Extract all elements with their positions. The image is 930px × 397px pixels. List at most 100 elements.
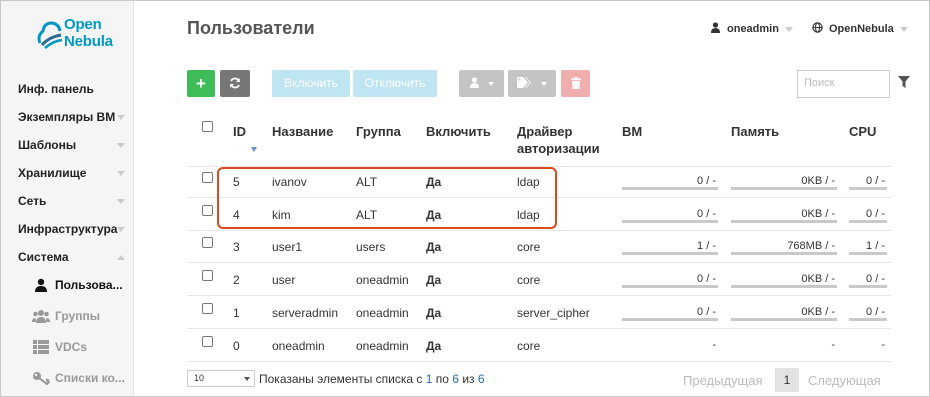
row-checkbox[interactable]: [202, 336, 213, 347]
sidebar-item-storage[interactable]: Хранилище: [1, 162, 134, 190]
labels-button[interactable]: [508, 70, 556, 97]
opennebula-logo[interactable]: Open Nebula: [37, 15, 129, 55]
change-owner-button[interactable]: [459, 70, 504, 97]
user-icon: [35, 278, 47, 292]
chevron-down-icon: [244, 377, 250, 381]
column-header-enabled[interactable]: Включить: [426, 123, 491, 140]
add-user-button[interactable]: +: [187, 70, 215, 97]
refresh-button[interactable]: [220, 70, 250, 97]
chevron-down-icon: [117, 115, 125, 120]
vm-quota-bar: [622, 318, 718, 321]
filter-icon[interactable]: [898, 76, 910, 88]
table-info-from: 1: [425, 372, 433, 386]
cell-name[interactable]: serveradmin: [272, 306, 338, 320]
pagination-current-page[interactable]: 1: [775, 368, 799, 392]
page-length-value: 10: [194, 373, 205, 383]
sidebar-item-infrastructure[interactable]: Инфраструктура: [1, 218, 134, 246]
column-header-cpu[interactable]: CPU: [849, 123, 876, 140]
cell-auth-driver: core: [517, 240, 541, 254]
row-divider: [187, 230, 891, 231]
cell-enabled: Да: [426, 273, 442, 287]
table-info-mid2: из: [462, 372, 475, 386]
user-icon: [469, 77, 479, 88]
vm-quota-bar: [622, 187, 718, 190]
cell-auth-driver: core: [517, 339, 541, 353]
column-header-name[interactable]: Название: [272, 123, 333, 140]
delete-button[interactable]: [561, 70, 590, 97]
cell-id: 1: [233, 306, 240, 320]
sidebar-item-label: Шаблоны: [18, 138, 77, 152]
pagination-next[interactable]: Следующая: [808, 373, 881, 388]
cell-enabled: Да: [426, 339, 442, 353]
cell-name[interactable]: user1: [272, 240, 302, 254]
cell-cpu-quota: 0 / -: [866, 306, 885, 318]
select-all-checkbox[interactable]: [202, 121, 213, 132]
row-checkbox[interactable]: [202, 205, 213, 216]
cell-memory-quota: 0KB / -: [801, 306, 835, 318]
sidebar-subitem-users[interactable]: Пользова...: [1, 274, 134, 305]
row-checkbox[interactable]: [202, 172, 213, 183]
cell-group: users: [356, 240, 386, 254]
chevron-down-icon: [540, 81, 547, 86]
column-header-auth-driver[interactable]: Драйвер авторизации: [517, 123, 600, 157]
chevron-down-icon: [117, 227, 125, 232]
page-title: Пользователи: [187, 18, 315, 38]
row-divider: [187, 361, 891, 362]
sidebar-item-dashboard[interactable]: Инф. панель: [1, 78, 134, 106]
column-header-label: ID: [233, 124, 246, 139]
sidebar-item-templates[interactable]: Шаблоны: [1, 134, 134, 162]
table-info-to: 6: [452, 372, 459, 386]
cpu-quota-bar: [849, 318, 887, 321]
disable-button[interactable]: Отключить: [353, 70, 437, 97]
cell-vm-quota: 0 / -: [697, 273, 716, 285]
row-checkbox[interactable]: [202, 270, 213, 281]
search-input[interactable]: Поиск: [797, 70, 890, 98]
cpu-quota-bar: [849, 220, 887, 223]
cell-memory-quota: 768MB / -: [787, 240, 835, 252]
memory-quota-bar: [731, 220, 837, 223]
globe-icon: [812, 22, 823, 33]
column-header-id[interactable]: ID: [233, 123, 257, 157]
cpu-quota-bar: [849, 187, 887, 190]
sidebar-item-system[interactable]: Система: [1, 246, 134, 274]
table-info-total: 6: [477, 372, 485, 386]
chevron-down-icon: [117, 199, 125, 204]
cell-memory-quota: -: [831, 339, 835, 351]
sidebar-subitem-acls[interactable]: Списки ко...: [1, 367, 134, 397]
page-length-select[interactable]: 10: [187, 370, 255, 387]
user-menu[interactable]: oneadmin: [710, 22, 793, 35]
sidebar-subitem-vdcs[interactable]: VDCs: [1, 336, 134, 367]
zone-menu[interactable]: OpenNebula: [812, 22, 908, 35]
chevron-up-icon: [117, 255, 125, 260]
column-header-memory[interactable]: Память: [731, 123, 779, 140]
vm-quota-bar: [622, 252, 718, 255]
cell-vm-quota: 0 / -: [697, 306, 716, 318]
cell-name[interactable]: oneadmin: [272, 339, 325, 353]
sidebar-menu: Инф. панель Экземпляры ВМ Шаблоны Хранил…: [1, 78, 134, 397]
sidebar-item-network[interactable]: Сеть: [1, 190, 134, 218]
sidebar-item-label: Экземпляры ВМ: [18, 110, 116, 124]
table-info: Показаны элементы списка с 1 по 6 из 6: [259, 372, 485, 386]
row-divider: [187, 295, 891, 296]
cell-name[interactable]: user: [272, 273, 295, 287]
column-header-label: Драйвер: [517, 124, 573, 139]
chevron-down-icon: [117, 143, 125, 148]
row-checkbox[interactable]: [202, 237, 213, 248]
refresh-icon: [230, 77, 240, 89]
cell-memory-quota: 0KB / -: [801, 175, 835, 187]
row-checkbox[interactable]: [202, 303, 213, 314]
cell-vm-quota: 0 / -: [697, 208, 716, 220]
cpu-quota-bar: [849, 252, 887, 255]
chevron-down-icon: [899, 26, 908, 32]
column-header-vm[interactable]: ВМ: [622, 123, 642, 140]
cell-id: 3: [233, 240, 240, 254]
sidebar-subitem-groups[interactable]: Группы: [1, 305, 134, 336]
memory-quota-bar: [731, 187, 837, 190]
pagination-previous[interactable]: Предыдущая: [683, 373, 763, 388]
cell-enabled: Да: [426, 306, 442, 320]
vm-quota-bar: [622, 285, 718, 288]
column-header-group[interactable]: Группа: [356, 123, 401, 140]
sidebar-item-vms[interactable]: Экземпляры ВМ: [1, 106, 134, 134]
memory-quota-bar: [731, 285, 837, 288]
enable-button[interactable]: Включить: [272, 70, 350, 97]
